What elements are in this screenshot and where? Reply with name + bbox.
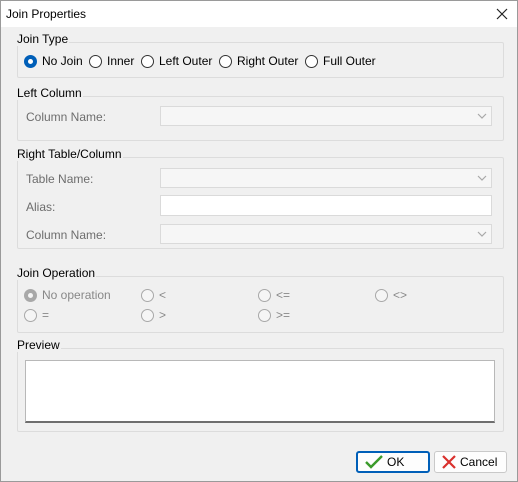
radio-indicator [375, 288, 388, 302]
right-table-column-legend: Right Table/Column [16, 147, 123, 161]
preview-legend: Preview [16, 338, 61, 352]
left-column-legend: Left Column [16, 86, 83, 100]
radio-label-less-equal: <= [276, 288, 291, 302]
radio-label-less-than: < [159, 288, 167, 302]
radio-indicator [219, 54, 232, 68]
radio-full-outer[interactable]: Full Outer [305, 53, 376, 69]
left-column-name-label: Column Name: [26, 110, 107, 124]
radio-indicator [89, 54, 102, 68]
radio-indicator [141, 54, 154, 68]
radio-label-greater-equal: >= [276, 308, 291, 322]
ok-button[interactable]: OK [356, 451, 430, 473]
alias-input[interactable] [160, 195, 492, 216]
preview-textarea[interactable] [25, 360, 495, 423]
radio-op-no-operation[interactable]: No operation [24, 287, 111, 303]
ok-button-label: OK [387, 455, 405, 469]
radio-right-outer[interactable]: Right Outer [219, 53, 298, 69]
radio-op-less-than[interactable]: < [141, 287, 166, 303]
radio-label-greater-than: > [159, 308, 167, 322]
radio-label-left-outer: Left Outer [159, 54, 213, 68]
x-icon [442, 455, 456, 469]
right-column-name-label: Column Name: [26, 228, 107, 242]
radio-indicator [24, 308, 37, 322]
cancel-button-label: Cancel [460, 455, 498, 469]
radio-label-no-join: No Join [42, 54, 83, 68]
radio-label-inner: Inner [107, 54, 135, 68]
radio-op-equal[interactable]: = [24, 307, 49, 323]
table-name-label: Table Name: [26, 172, 94, 186]
radio-label-full-outer: Full Outer [323, 54, 376, 68]
radio-label-right-outer: Right Outer [237, 54, 299, 68]
radio-indicator [258, 308, 271, 322]
chevron-down-icon [473, 169, 491, 187]
radio-inner[interactable]: Inner [89, 53, 134, 69]
alias-label: Alias: [26, 200, 56, 214]
close-icon [496, 8, 508, 20]
radio-label-equal: = [42, 308, 50, 322]
chevron-down-icon [473, 107, 491, 125]
join-operation-group: Join Operation [16, 266, 504, 333]
radio-left-outer[interactable]: Left Outer [141, 53, 212, 69]
radio-indicator-checked [24, 54, 37, 68]
radio-label-no-operation: No operation [42, 288, 111, 302]
radio-op-not-equal[interactable]: <> [375, 287, 407, 303]
title-bar: Join Properties [1, 1, 517, 27]
radio-label-not-equal: <> [393, 288, 408, 302]
radio-no-join[interactable]: No Join [24, 53, 83, 69]
close-button[interactable] [487, 1, 517, 27]
radio-op-greater-equal[interactable]: >= [258, 307, 290, 323]
join-type-legend: Join Type [16, 32, 70, 46]
radio-indicator-checked [24, 288, 37, 302]
radio-op-greater-than[interactable]: > [141, 307, 166, 323]
right-column-name-combobox[interactable] [160, 224, 492, 244]
window-title: Join Properties [6, 7, 87, 21]
radio-op-less-equal[interactable]: <= [258, 287, 290, 303]
radio-indicator [305, 54, 318, 68]
radio-indicator [141, 288, 154, 302]
join-operation-legend: Join Operation [16, 266, 97, 280]
radio-indicator [258, 288, 271, 302]
left-column-name-combobox[interactable] [160, 106, 492, 126]
cancel-button[interactable]: Cancel [434, 451, 507, 473]
join-properties-dialog: Join Properties Join Type No Join Inner … [0, 0, 518, 482]
radio-indicator [141, 308, 154, 322]
chevron-down-icon [473, 225, 491, 243]
table-name-combobox[interactable] [160, 168, 492, 188]
check-icon [365, 455, 383, 469]
